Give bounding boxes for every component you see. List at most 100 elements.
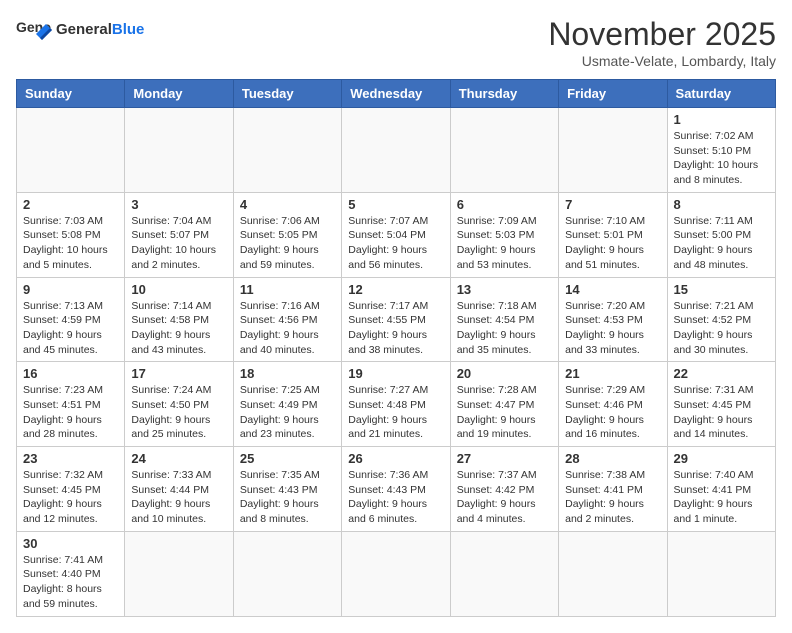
day-number: 15 [674, 282, 769, 297]
day-info: Sunrise: 7:03 AM Sunset: 5:08 PM Dayligh… [23, 214, 118, 273]
calendar-cell-w0d6: 1 Sunrise: 7:02 AM Sunset: 5:10 PM Daylig… [667, 108, 775, 193]
calendar-cell-w2d3: 12Sunrise: 7:17 AM Sunset: 4:55 PM Dayli… [342, 277, 450, 362]
day-number: 1 [674, 112, 769, 127]
day-number: 21 [565, 366, 660, 381]
day-number: 17 [131, 366, 226, 381]
calendar-cell-w0d5 [559, 108, 667, 193]
day-number: 2 [23, 197, 118, 212]
day-number: 30 [23, 536, 118, 551]
calendar-cell-w0d0 [17, 108, 125, 193]
calendar: SundayMondayTuesdayWednesdayThursdayFrid… [16, 79, 776, 617]
day-number: 28 [565, 451, 660, 466]
day-number: 7 [565, 197, 660, 212]
page-header: General GeneralBlue November 2025 Usmate… [16, 16, 776, 69]
day-info: Sunrise: 7:10 AM Sunset: 5:01 PM Dayligh… [565, 214, 660, 273]
day-info: Sunrise: 7:09 AM Sunset: 5:03 PM Dayligh… [457, 214, 552, 273]
day-info: Sunrise: 7:20 AM Sunset: 4:53 PM Dayligh… [565, 299, 660, 358]
logo-text: GeneralBlue [56, 21, 144, 38]
calendar-cell-w2d6: 15 Sunrise: 7:21 AM Sunset: 4:52 PM Dayli… [667, 277, 775, 362]
calendar-cell-w1d0: 2 Sunrise: 7:03 AM Sunset: 5:08 PM Daylig… [17, 192, 125, 277]
column-header-wednesday: Wednesday [342, 80, 450, 108]
calendar-cell-w3d3: 19 Sunrise: 7:27 AM Sunset: 4:48 PM Dayli… [342, 362, 450, 447]
calendar-cell-w1d1: 3Sunrise: 7:04 AM Sunset: 5:07 PM Daylig… [125, 192, 233, 277]
calendar-cell-w5d3 [342, 531, 450, 616]
calendar-cell-w3d6: 22Sunrise: 7:31 AM Sunset: 4:45 PM Dayli… [667, 362, 775, 447]
calendar-cell-w3d4: 20Sunrise: 7:28 AM Sunset: 4:47 PM Dayli… [450, 362, 558, 447]
day-info: Sunrise: 7:07 AM Sunset: 5:04 PM Dayligh… [348, 214, 443, 273]
day-info: Sunrise: 7:11 AM Sunset: 5:00 PM Dayligh… [674, 214, 769, 273]
calendar-cell-w2d1: 10 Sunrise: 7:14 AM Sunset: 4:58 PM Dayli… [125, 277, 233, 362]
calendar-cell-w5d4 [450, 531, 558, 616]
day-number: 26 [348, 451, 443, 466]
day-info: Sunrise: 7:02 AM Sunset: 5:10 PM Dayligh… [674, 129, 769, 188]
day-info: Sunrise: 7:23 AM Sunset: 4:51 PM Dayligh… [23, 383, 118, 442]
calendar-cell-w4d2: 25Sunrise: 7:35 AM Sunset: 4:43 PM Dayli… [233, 447, 341, 532]
column-header-tuesday: Tuesday [233, 80, 341, 108]
day-info: Sunrise: 7:27 AM Sunset: 4:48 PM Dayligh… [348, 383, 443, 442]
calendar-cell-w3d0: 16 Sunrise: 7:23 AM Sunset: 4:51 PM Dayli… [17, 362, 125, 447]
logo-icon: General [16, 16, 52, 44]
calendar-cell-w5d1 [125, 531, 233, 616]
title-area: November 2025 Usmate-Velate, Lombardy, I… [548, 16, 776, 69]
day-info: Sunrise: 7:14 AM Sunset: 4:58 PM Dayligh… [131, 299, 226, 358]
calendar-cell-w5d2 [233, 531, 341, 616]
day-number: 16 [23, 366, 118, 381]
day-number: 23 [23, 451, 118, 466]
calendar-cell-w3d5: 21Sunrise: 7:29 AM Sunset: 4:46 PM Dayli… [559, 362, 667, 447]
day-number: 19 [348, 366, 443, 381]
day-number: 14 [565, 282, 660, 297]
day-info: Sunrise: 7:37 AM Sunset: 4:42 PM Dayligh… [457, 468, 552, 527]
day-info: Sunrise: 7:36 AM Sunset: 4:43 PM Dayligh… [348, 468, 443, 527]
calendar-header-row: SundayMondayTuesdayWednesdayThursdayFrid… [17, 80, 776, 108]
calendar-cell-w0d3 [342, 108, 450, 193]
calendar-cell-w4d4: 27 Sunrise: 7:37 AM Sunset: 4:42 PM Dayli… [450, 447, 558, 532]
calendar-cell-w3d2: 18Sunrise: 7:25 AM Sunset: 4:49 PM Dayli… [233, 362, 341, 447]
column-header-friday: Friday [559, 80, 667, 108]
calendar-week-4: 23 Sunrise: 7:32 AM Sunset: 4:45 PM Dayli… [17, 447, 776, 532]
calendar-cell-w2d4: 13 Sunrise: 7:18 AM Sunset: 4:54 PM Dayli… [450, 277, 558, 362]
column-header-sunday: Sunday [17, 80, 125, 108]
day-number: 9 [23, 282, 118, 297]
day-info: Sunrise: 7:32 AM Sunset: 4:45 PM Dayligh… [23, 468, 118, 527]
calendar-cell-w1d5: 7 Sunrise: 7:10 AM Sunset: 5:01 PM Daylig… [559, 192, 667, 277]
day-info: Sunrise: 7:41 AM Sunset: 4:40 PM Dayligh… [23, 553, 118, 612]
day-number: 6 [457, 197, 552, 212]
calendar-cell-w5d6 [667, 531, 775, 616]
calendar-cell-w2d0: 9Sunrise: 7:13 AM Sunset: 4:59 PM Daylig… [17, 277, 125, 362]
calendar-week-3: 16 Sunrise: 7:23 AM Sunset: 4:51 PM Dayli… [17, 362, 776, 447]
calendar-cell-w5d5 [559, 531, 667, 616]
day-info: Sunrise: 7:31 AM Sunset: 4:45 PM Dayligh… [674, 383, 769, 442]
calendar-cell-w4d5: 28 Sunrise: 7:38 AM Sunset: 4:41 PM Dayli… [559, 447, 667, 532]
column-header-saturday: Saturday [667, 80, 775, 108]
calendar-cell-w4d0: 23 Sunrise: 7:32 AM Sunset: 4:45 PM Dayli… [17, 447, 125, 532]
calendar-cell-w3d1: 17 Sunrise: 7:24 AM Sunset: 4:50 PM Dayli… [125, 362, 233, 447]
calendar-cell-w0d1 [125, 108, 233, 193]
calendar-cell-w5d0: 30 Sunrise: 7:41 AM Sunset: 4:40 PM Dayli… [17, 531, 125, 616]
day-info: Sunrise: 7:16 AM Sunset: 4:56 PM Dayligh… [240, 299, 335, 358]
calendar-cell-w1d3: 5 Sunrise: 7:07 AM Sunset: 5:04 PM Daylig… [342, 192, 450, 277]
month-title: November 2025 [548, 16, 776, 53]
day-info: Sunrise: 7:18 AM Sunset: 4:54 PM Dayligh… [457, 299, 552, 358]
day-info: Sunrise: 7:40 AM Sunset: 4:41 PM Dayligh… [674, 468, 769, 527]
calendar-week-0: 1 Sunrise: 7:02 AM Sunset: 5:10 PM Daylig… [17, 108, 776, 193]
calendar-cell-w0d4 [450, 108, 558, 193]
calendar-week-1: 2 Sunrise: 7:03 AM Sunset: 5:08 PM Daylig… [17, 192, 776, 277]
day-info: Sunrise: 7:06 AM Sunset: 5:05 PM Dayligh… [240, 214, 335, 273]
day-info: Sunrise: 7:17 AM Sunset: 4:55 PM Dayligh… [348, 299, 443, 358]
calendar-cell-w4d6: 29Sunrise: 7:40 AM Sunset: 4:41 PM Dayli… [667, 447, 775, 532]
day-info: Sunrise: 7:35 AM Sunset: 4:43 PM Dayligh… [240, 468, 335, 527]
day-info: Sunrise: 7:21 AM Sunset: 4:52 PM Dayligh… [674, 299, 769, 358]
column-header-monday: Monday [125, 80, 233, 108]
calendar-cell-w0d2 [233, 108, 341, 193]
day-number: 13 [457, 282, 552, 297]
day-number: 24 [131, 451, 226, 466]
column-header-thursday: Thursday [450, 80, 558, 108]
calendar-week-2: 9Sunrise: 7:13 AM Sunset: 4:59 PM Daylig… [17, 277, 776, 362]
day-number: 10 [131, 282, 226, 297]
day-info: Sunrise: 7:38 AM Sunset: 4:41 PM Dayligh… [565, 468, 660, 527]
day-number: 27 [457, 451, 552, 466]
day-number: 5 [348, 197, 443, 212]
day-info: Sunrise: 7:24 AM Sunset: 4:50 PM Dayligh… [131, 383, 226, 442]
calendar-cell-w1d4: 6 Sunrise: 7:09 AM Sunset: 5:03 PM Daylig… [450, 192, 558, 277]
day-number: 3 [131, 197, 226, 212]
